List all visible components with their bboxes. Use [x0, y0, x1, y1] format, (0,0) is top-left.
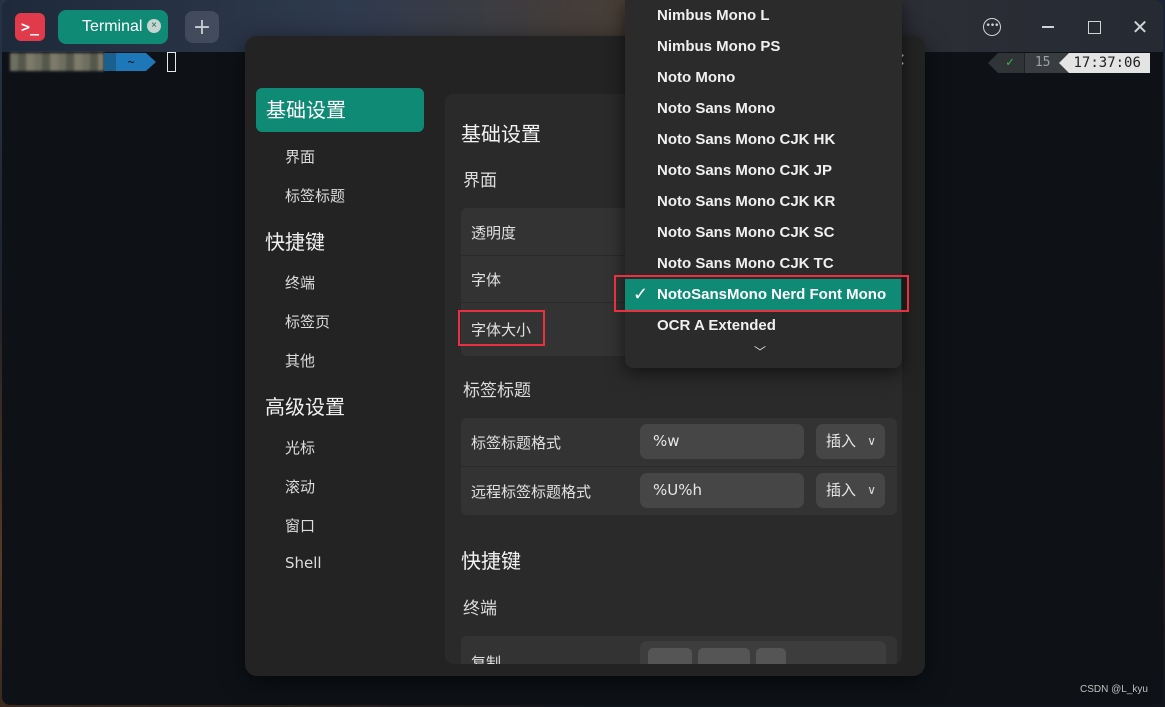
tab-title-insert-select[interactable]: 插入 ∨ — [816, 424, 885, 459]
menu-button[interactable]: ••• — [979, 14, 1005, 40]
row-tab-title-format: 标签标题格式 %w 插入 ∨ — [461, 418, 897, 467]
remote-tab-title-format-label: 远程标签标题格式 — [471, 483, 592, 501]
selected-font-highlight-box — [614, 275, 909, 312]
insert-label: 插入 — [826, 481, 857, 499]
key-chip — [648, 648, 692, 664]
prompt-separator — [104, 53, 116, 71]
font-option[interactable]: Noto Sans Mono — [625, 93, 902, 124]
history-number: 15 — [1023, 53, 1060, 73]
settings-sidebar: 基础设置 界面 标签标题 快捷键 终端 标签页 其他 高级设置 光标 滚动 窗口… — [245, 36, 435, 676]
prompt-arrow-icon — [146, 53, 156, 71]
chevron-down-icon: ∨ — [867, 483, 876, 497]
tab-label: Terminal — [82, 18, 143, 35]
font-option[interactable]: OCR A Extended — [625, 310, 902, 341]
insert-label: 插入 — [826, 432, 857, 450]
terminal-shortcuts-group: 复制 — [461, 636, 897, 664]
sidebar-item-tabs[interactable]: 标签页 — [285, 311, 330, 332]
terminal-app-icon: >_ — [15, 13, 45, 41]
subsection-tab-title: 标签标题 — [463, 381, 531, 401]
remote-tab-title-insert-select[interactable]: 插入 ∨ — [816, 473, 885, 508]
chevron-down-icon: ∨ — [867, 434, 876, 448]
sidebar-item-advanced[interactable]: 高级设置 — [265, 391, 345, 420]
sidebar-item-terminal[interactable]: 终端 — [285, 272, 315, 293]
new-tab-button[interactable]: + — [185, 11, 219, 43]
maximize-icon — [1087, 20, 1101, 34]
font-option[interactable]: Nimbus Mono L — [625, 0, 902, 31]
font-option[interactable]: Nimbus Mono PS — [625, 31, 902, 62]
font-option[interactable]: Noto Sans Mono CJK HK — [625, 124, 902, 155]
font-dropdown-list: Nimbus Mono L Nimbus Mono PS Noto Mono N… — [625, 0, 902, 368]
font-label: 字体 — [471, 271, 502, 289]
section-title-shortcuts: 快捷键 — [461, 549, 521, 573]
terminal-cursor — [167, 52, 176, 72]
prompt-time: 17:37:06 — [1069, 53, 1150, 73]
sidebar-item-shell[interactable]: Shell — [285, 554, 322, 572]
font-option[interactable]: Noto Sans Mono CJK KR — [625, 186, 902, 217]
font-size-highlight-box — [458, 310, 545, 346]
subsection-terminal: 终端 — [463, 599, 497, 619]
status-check-icon: ✓ — [998, 53, 1024, 73]
menu-icon: ••• — [983, 18, 1001, 36]
maximize-button[interactable] — [1081, 14, 1107, 40]
sidebar-item-cursor[interactable]: 光标 — [285, 437, 315, 458]
sidebar-item-basic-settings[interactable]: 基础设置 — [256, 88, 424, 132]
minimize-icon — [1042, 26, 1054, 28]
key-chip — [698, 648, 750, 664]
subsection-interface: 界面 — [463, 171, 497, 191]
scroll-down-icon[interactable]: ﹀ — [754, 343, 766, 360]
close-window-button[interactable]: ✕ — [1127, 14, 1153, 40]
right-prompt: ✓ 15 17:37:06 — [988, 53, 1150, 73]
copy-shortcut-field[interactable] — [640, 641, 886, 664]
prompt-directory: ~ — [116, 53, 146, 71]
prompt-user-blurred — [10, 53, 104, 71]
sidebar-item-scroll[interactable]: 滚动 — [285, 476, 315, 497]
remote-tab-title-format-input[interactable]: %U%h — [640, 473, 804, 508]
minimize-button[interactable] — [1035, 14, 1061, 40]
font-option[interactable]: Noto Sans Mono CJK SC — [625, 217, 902, 248]
sidebar-item-interface[interactable]: 界面 — [285, 146, 315, 167]
sidebar-item-tab-title[interactable]: 标签标题 — [285, 185, 345, 206]
time-arrow — [1059, 53, 1070, 73]
tab-close-icon[interactable]: × — [147, 19, 161, 33]
sidebar-item-shortcuts[interactable]: 快捷键 — [265, 226, 325, 255]
watermark: CSDN @L_kyu — [1080, 684, 1148, 695]
copy-shortcut-label: 复制 — [471, 654, 502, 664]
tab-title-settings-group: 标签标题格式 %w 插入 ∨ 远程标签标题格式 %U%h 插入 ∨ — [461, 418, 897, 515]
tab-title-format-input[interactable]: %w — [640, 424, 804, 459]
row-remote-tab-title-format: 远程标签标题格式 %U%h 插入 ∨ — [461, 466, 897, 515]
font-option[interactable]: Noto Sans Mono CJK JP — [625, 155, 902, 186]
section-title-basic: 基础设置 — [461, 122, 541, 146]
right-prompt-arrow — [988, 53, 998, 73]
tab-title-format-label: 标签标题格式 — [471, 434, 562, 452]
font-option[interactable]: Noto Mono — [625, 62, 902, 93]
sidebar-item-window[interactable]: 窗口 — [285, 515, 315, 536]
sidebar-item-other[interactable]: 其他 — [285, 350, 315, 371]
opacity-label: 透明度 — [471, 224, 517, 242]
tab-terminal[interactable]: Terminal × — [58, 10, 168, 44]
key-chip — [756, 648, 786, 664]
